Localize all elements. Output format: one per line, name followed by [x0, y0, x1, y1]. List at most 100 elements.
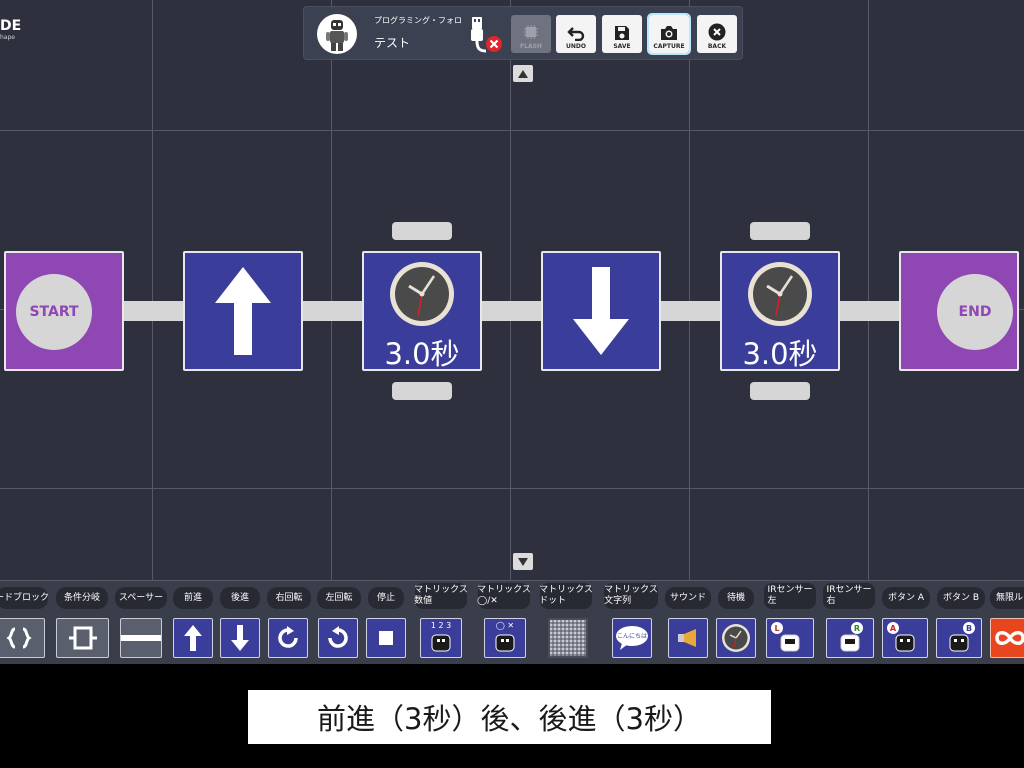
button-a-badge: A	[887, 622, 899, 634]
palette-label: ボタン A	[882, 587, 930, 609]
palette-infinite-loop-block[interactable]	[990, 618, 1024, 658]
palette-forward-block[interactable]	[173, 618, 213, 658]
save-icon	[615, 26, 629, 40]
camera-icon	[661, 26, 677, 40]
scroll-down-button[interactable]	[513, 553, 533, 570]
palette-label: IRセンサー右	[823, 583, 875, 609]
robot-icon	[840, 634, 860, 652]
clock-icon	[390, 262, 454, 326]
palette-label: スペーサー	[115, 587, 167, 609]
palette-label: ボタン B	[937, 587, 985, 609]
spacer-icon	[121, 635, 161, 641]
palette-matrix-ox-block[interactable]: ◯ ✕	[484, 618, 526, 658]
robot-icon	[780, 634, 800, 652]
end-block[interactable]: END	[899, 251, 1019, 371]
wait-block-top-tab[interactable]	[392, 222, 452, 240]
palette-button-a-block[interactable]: A	[882, 618, 928, 658]
palette-label: 無限ル	[990, 587, 1024, 609]
scroll-up-button[interactable]	[513, 65, 533, 82]
triangle-down-icon	[518, 557, 528, 566]
palette-label: 後進	[220, 587, 260, 609]
button-b-badge: B	[963, 622, 975, 634]
program-canvas[interactable]: DE hape プログラミング・フォロ テスト FLASH UNDO SAVE …	[0, 0, 1024, 580]
palette-matrix-number-block[interactable]: 1 2 3	[420, 618, 462, 658]
ir-right-badge: R	[851, 622, 863, 634]
forward-block[interactable]	[183, 251, 303, 371]
palette-stop-block[interactable]	[366, 618, 406, 658]
palette-label: 右回転	[267, 587, 311, 609]
triangle-up-icon	[518, 69, 528, 78]
palette-code-block[interactable]	[0, 618, 45, 658]
wait-block-bottom-tab[interactable]	[392, 382, 452, 400]
palette-matrix-text-block[interactable]: こんにちは	[612, 618, 652, 658]
palette-turn-right-block[interactable]	[268, 618, 308, 658]
palette-label: マトリックス ドット	[539, 583, 593, 609]
palette-label: マトリックス 文字列	[604, 583, 658, 609]
end-label: END	[937, 274, 1013, 350]
robot-avatar	[317, 14, 357, 54]
palette-matrix-dot-block[interactable]	[548, 618, 588, 658]
arrow-up-icon	[184, 625, 202, 651]
robot-name: プログラミング・フォロ	[374, 16, 462, 25]
close-icon	[708, 23, 726, 41]
robot-icon	[895, 634, 915, 652]
undo-button[interactable]: UNDO	[556, 15, 596, 53]
arrow-down-icon	[573, 267, 629, 355]
palette-label: 条件分岐	[56, 587, 108, 609]
palette-label: マトリックス 数値	[414, 583, 468, 609]
save-button[interactable]: SAVE	[602, 15, 642, 53]
ir-left-badge: L	[771, 622, 783, 634]
infinity-icon	[995, 631, 1024, 645]
stop-icon	[379, 631, 393, 645]
arrow-up-icon	[215, 267, 271, 355]
palette-label: 停止	[368, 587, 404, 609]
palette-spacer-block[interactable]	[120, 618, 162, 658]
start-label: START	[16, 274, 92, 350]
wait-block-top-tab[interactable]	[750, 222, 810, 240]
caption-bar: 前進（3秒）後、後進（3秒）	[248, 690, 771, 744]
wait-duration-label: 3.0秒	[384, 337, 460, 371]
palette-backward-block[interactable]	[220, 618, 260, 658]
palette-label: ードブロック	[0, 587, 49, 609]
palette-label: IRセンサー左	[764, 583, 816, 609]
backward-block[interactable]	[541, 251, 661, 371]
start-block[interactable]: START	[4, 251, 124, 371]
palette-sound-block[interactable]	[668, 618, 708, 658]
robot-icon	[495, 634, 515, 652]
flash-button[interactable]: FLASH	[511, 15, 551, 53]
palette-turn-left-block[interactable]	[318, 618, 358, 658]
clock-icon	[748, 262, 812, 326]
speaker-icon	[678, 629, 696, 647]
palette-wait-block[interactable]	[716, 618, 756, 658]
wait-block[interactable]: 3.0秒	[362, 251, 482, 371]
branch-icon	[68, 626, 97, 650]
palette-ir-right-block[interactable]: R	[826, 618, 874, 658]
code-block-icon	[5, 627, 32, 649]
wait-block[interactable]: 3.0秒	[720, 251, 840, 371]
robot-icon	[431, 634, 451, 652]
capture-button[interactable]: CAPTURE	[647, 13, 691, 55]
palette-label: 左回転	[317, 587, 361, 609]
block-palette: ードブロック 条件分岐 スペーサー 前進 後進 右回転 左回転 停止 マトリック…	[0, 580, 1024, 664]
dot-grid-icon	[550, 620, 586, 656]
project-name: テスト	[374, 36, 411, 50]
wait-duration-label: 3.0秒	[742, 337, 818, 371]
clock-icon	[722, 624, 750, 652]
header-toolbar: プログラミング・フォロ テスト FLASH UNDO SAVE CAPTURE …	[303, 6, 743, 60]
palette-label: 前進	[173, 587, 213, 609]
robot-icon	[949, 634, 969, 652]
arrow-down-icon	[231, 625, 249, 651]
rotate-right-icon	[278, 626, 298, 648]
palette-label: サウンド	[665, 587, 711, 609]
rotate-left-icon	[328, 626, 348, 648]
palette-label: マトリックス ◯/✕	[477, 583, 531, 609]
palette-ir-left-block[interactable]: L	[766, 618, 814, 658]
back-button[interactable]: BACK	[697, 15, 737, 53]
wait-block-bottom-tab[interactable]	[750, 382, 810, 400]
palette-label: 待機	[718, 587, 754, 609]
usb-disconnected-icon	[468, 13, 502, 57]
app-logo: DE hape	[0, 18, 22, 41]
chip-icon	[524, 25, 538, 39]
palette-button-b-block[interactable]: B	[936, 618, 982, 658]
palette-branch-block[interactable]	[56, 618, 109, 658]
